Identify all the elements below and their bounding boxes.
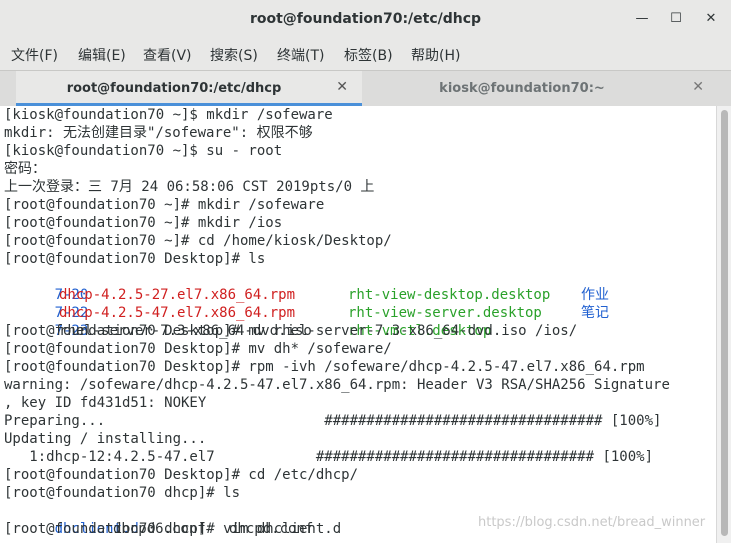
terminal-line: [root@foundation70 Desktop]# ls	[4, 251, 266, 267]
terminal-line: [root@foundation70 ~]# mkdir /ios	[4, 215, 283, 231]
tab-label: kiosk@foundation70:~	[439, 81, 605, 96]
ls-dir: 笔记	[581, 305, 609, 321]
ls-rpm: dhcp-4.2.5-27.el7.x86_64.rpm	[59, 287, 296, 303]
ls-row: 7-23 rhel-server-7.3-x86_64-dvd.iso rht-vm…	[4, 304, 492, 339]
terminal-output[interactable]: [kiosk@foundation70 ~]$ mkdir /sofeware …	[0, 106, 716, 543]
tab-kiosk-home[interactable]: kiosk@foundation70:~ ✕	[362, 71, 712, 106]
terminal-scrollbar[interactable]	[716, 106, 731, 543]
ls-dir: 作业	[581, 287, 609, 303]
window-title: root@foundation70:/etc/dhcp	[249, 11, 482, 27]
ls-desktop: rht-view-desktop.desktop	[348, 287, 551, 303]
scrollbar-thumb[interactable]	[721, 110, 728, 536]
terminal-line: [root@foundation70 ~]# cd /home/kiosk/De…	[4, 233, 392, 249]
ls-rpm: dhcp-4.2.5-47.el7.x86_64.rpm	[59, 305, 296, 321]
close-window-icon[interactable]: ✕	[700, 8, 722, 30]
terminal-line: [root@foundation70 Desktop]# rpm -ivh /s…	[4, 359, 645, 375]
terminal-line: [root@foundation70 Desktop]# cd /etc/dhc…	[4, 467, 359, 483]
terminal-line: [root@foundation70 Desktop]# mv rhel-ser…	[4, 323, 578, 339]
ls-row: dhclient.d dhcpd6.conf dhcpd.conf	[4, 502, 314, 537]
maximize-icon[interactable]: ☐	[665, 8, 687, 30]
menu-tabs[interactable]: 标签(B)	[344, 45, 393, 65]
terminal-line: [root@foundation70 dhcp]# vim dhclient.d	[4, 521, 342, 537]
terminal-line: [root@foundation70 Desktop]# mv dh* /sof…	[4, 341, 392, 357]
menu-help[interactable]: 帮助(H)	[411, 45, 460, 65]
terminal-line: mkdir: 无法创建目录"/sofeware": 权限不够	[4, 125, 313, 141]
terminal-line: 上一次登录：三 7月 24 06:58:06 CST 2019pts/0 上	[4, 179, 375, 195]
terminal-line: warning: /sofeware/dhcp-4.2.5-47.el7.x86…	[4, 377, 670, 393]
tab-close-icon[interactable]: ✕	[336, 79, 348, 95]
menu-bar: 文件(F) 编辑(E) 查看(V) 搜索(S) 终端(T) 标签(B) 帮助(H…	[0, 40, 731, 68]
menu-edit[interactable]: 编辑(E)	[78, 45, 126, 65]
menu-search[interactable]: 搜索(S)	[210, 45, 258, 65]
menu-file[interactable]: 文件(F)	[11, 45, 58, 65]
terminal-line: [kiosk@foundation70 ~]$ mkdir /sofeware	[4, 107, 333, 123]
tab-close-icon[interactable]: ✕	[692, 79, 704, 95]
terminal-line: [root@foundation70 dhcp]# ls	[4, 485, 241, 501]
menu-view[interactable]: 查看(V)	[143, 45, 192, 65]
ls-desktop: rht-view-server.desktop	[348, 305, 542, 321]
terminal-line: [kiosk@foundation70 ~]$ su - root	[4, 143, 283, 159]
ls-row: 7-22 dhcp-4.2.5-47.el7.x86_64.rpm rht-view…	[4, 286, 609, 321]
terminal-line: Updating / installing...	[4, 431, 207, 447]
terminal-line: 密码：	[4, 161, 46, 177]
tab-root-dhcp[interactable]: root@foundation70:/etc/dhcp ✕	[16, 71, 362, 106]
ls-row: 7-20 dhcp-4.2.5-27.el7.x86_64.rpm rht-view…	[4, 268, 609, 303]
terminal-line: Preparing... ###########################…	[4, 413, 662, 429]
menu-terminal[interactable]: 终端(T)	[277, 45, 324, 65]
title-bar: root@foundation70:/etc/dhcp — ☐ ✕	[0, 0, 731, 38]
terminal-line: 1:dhcp-12:4.2.5-47.el7 #################…	[4, 449, 654, 465]
terminal-line: [root@foundation70 ~]# mkdir /sofeware	[4, 197, 325, 213]
watermark: https://blog.csdn.net/bread_winner	[478, 515, 706, 530]
terminal-window: root@foundation70:/etc/dhcp — ☐ ✕ 文件(F) …	[0, 0, 731, 543]
tab-label: root@foundation70:/etc/dhcp	[66, 81, 282, 96]
tab-bar: root@foundation70:/etc/dhcp ✕ kiosk@foun…	[0, 70, 731, 107]
terminal-line: , key ID fd431d51: NOKEY	[4, 395, 207, 411]
minimize-icon[interactable]: —	[631, 8, 653, 30]
